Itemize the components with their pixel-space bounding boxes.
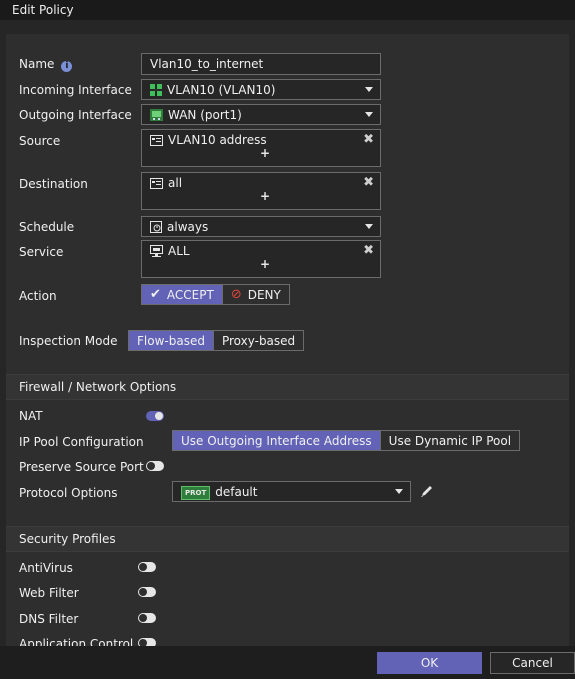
source-label: Source xyxy=(19,134,61,148)
outgoing-interface-select[interactable]: WAN (port1) xyxy=(141,104,381,125)
outgoing-interface-value: WAN (port1) xyxy=(150,108,242,122)
vlan-interface-icon xyxy=(150,84,162,96)
service-icon xyxy=(150,245,163,257)
dns-filter-toggle[interactable] xyxy=(138,613,156,623)
nat-label: NAT xyxy=(19,409,43,423)
address-icon xyxy=(150,135,163,146)
port-interface-icon xyxy=(150,109,163,121)
remove-destination-icon[interactable]: ✖ xyxy=(363,175,374,190)
proxy-based-button[interactable]: Proxy-based xyxy=(212,331,303,350)
edit-pencil-icon[interactable] xyxy=(419,484,435,500)
schedule-value: always xyxy=(150,220,208,234)
firewall-options-title: Firewall / Network Options xyxy=(19,380,177,394)
action-toggle: ✔ ACCEPT ⊘ DENY xyxy=(141,284,290,305)
ip-pool-toggle: Use Outgoing Interface Address Use Dynam… xyxy=(172,430,521,451)
outgoing-interface-label: Outgoing Interface xyxy=(19,108,132,122)
accept-button[interactable]: ✔ ACCEPT xyxy=(142,285,222,304)
chevron-down-icon xyxy=(365,87,373,92)
add-source-button[interactable]: + xyxy=(260,146,270,160)
service-label: Service xyxy=(19,245,64,259)
inspection-mode-toggle: Flow-based Proxy-based xyxy=(128,330,305,351)
dialog-titlebar: Edit Policy xyxy=(0,0,575,20)
prot-badge: PROT xyxy=(181,486,211,500)
name-label: Name i xyxy=(19,57,73,72)
action-label: Action xyxy=(19,289,57,303)
name-input-value: Vlan10_to_internet xyxy=(150,57,264,71)
destination-value: all xyxy=(150,176,182,190)
check-icon: ✔ xyxy=(150,287,161,302)
chevron-down-icon xyxy=(365,224,373,229)
dialog-title: Edit Policy xyxy=(12,3,74,17)
deny-button[interactable]: ⊘ DENY xyxy=(221,285,289,304)
security-profiles-title: Security Profiles xyxy=(19,532,116,546)
policy-form-panel: Name i Vlan10_to_internet Incoming Interf… xyxy=(6,34,569,646)
use-outgoing-interface-button[interactable]: Use Outgoing Interface Address xyxy=(173,431,380,450)
remove-service-icon[interactable]: ✖ xyxy=(363,243,374,258)
deny-label: DENY xyxy=(247,287,281,302)
antivirus-label: AntiVirus xyxy=(19,561,73,575)
info-icon[interactable]: i xyxy=(61,61,73,72)
source-field[interactable]: VLAN10 address ✖ + xyxy=(141,129,381,167)
service-value: ALL xyxy=(150,244,190,258)
antivirus-toggle[interactable] xyxy=(138,562,156,572)
service-field[interactable]: ALL ✖ + xyxy=(141,240,381,278)
ok-button[interactable]: OK xyxy=(377,652,482,674)
dns-filter-label: DNS Filter xyxy=(19,612,79,626)
chevron-down-icon xyxy=(365,112,373,117)
cancel-button[interactable]: Cancel xyxy=(490,652,575,674)
address-icon xyxy=(150,178,163,189)
application-control-label: Application Control xyxy=(19,637,134,646)
use-dynamic-ip-pool-button[interactable]: Use Dynamic IP Pool xyxy=(379,431,519,450)
preserve-source-port-toggle[interactable] xyxy=(146,461,164,471)
deny-icon: ⊘ xyxy=(230,287,242,302)
protocol-options-value: PROT default xyxy=(181,485,257,500)
add-service-button[interactable]: + xyxy=(260,257,270,271)
add-destination-button[interactable]: + xyxy=(260,189,270,203)
nat-toggle[interactable] xyxy=(146,411,164,421)
name-input[interactable]: Vlan10_to_internet xyxy=(141,53,381,75)
flow-based-button[interactable]: Flow-based xyxy=(129,331,213,350)
schedule-label: Schedule xyxy=(19,220,75,234)
firewall-options-header: Firewall / Network Options xyxy=(6,374,569,400)
inspection-mode-label: Inspection Mode xyxy=(19,334,118,348)
accept-label: ACCEPT xyxy=(166,287,214,302)
source-value: VLAN10 address xyxy=(150,133,267,147)
schedule-icon xyxy=(150,221,162,233)
protocol-options-select[interactable]: PROT default xyxy=(172,481,411,502)
destination-label: Destination xyxy=(19,177,88,191)
dialog-footer: OK Cancel xyxy=(0,646,575,679)
web-filter-toggle[interactable] xyxy=(138,587,156,597)
remove-source-icon[interactable]: ✖ xyxy=(363,132,374,147)
destination-field[interactable]: all ✖ + xyxy=(141,172,381,210)
chevron-down-icon xyxy=(395,489,403,494)
schedule-select[interactable]: always xyxy=(141,216,381,237)
incoming-interface-label: Incoming Interface xyxy=(19,83,132,97)
incoming-interface-select[interactable]: VLAN10 (VLAN10) xyxy=(141,79,381,100)
web-filter-label: Web Filter xyxy=(19,586,79,600)
application-control-toggle[interactable] xyxy=(138,638,156,646)
protocol-options-label: Protocol Options xyxy=(19,486,118,500)
security-profiles-header: Security Profiles xyxy=(6,526,569,552)
incoming-interface-value: VLAN10 (VLAN10) xyxy=(150,83,275,97)
preserve-source-port-label: Preserve Source Port xyxy=(19,460,144,474)
ip-pool-label: IP Pool Configuration xyxy=(19,435,144,449)
